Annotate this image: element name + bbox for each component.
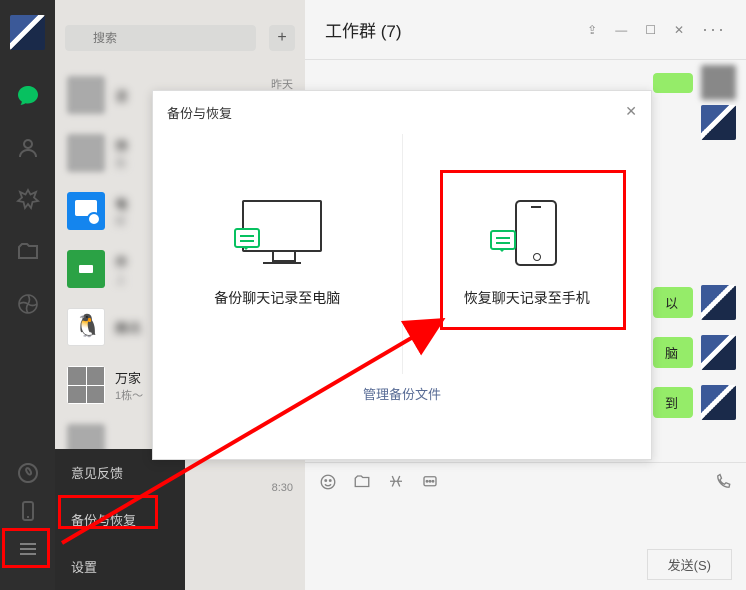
msg-avatar <box>701 65 736 100</box>
msg-avatar <box>701 285 736 320</box>
miniprogram-icon[interactable] <box>16 461 40 485</box>
msg-avatar <box>701 385 736 420</box>
context-menu: 意见反馈 备份与恢复 设置 <box>55 449 185 590</box>
folder-icon[interactable] <box>353 473 371 491</box>
history-icon[interactable] <box>421 473 439 491</box>
files-icon[interactable] <box>16 240 40 264</box>
chat-avatar <box>67 366 105 404</box>
minimize-icon[interactable]: — <box>615 23 627 37</box>
chat-icon[interactable] <box>16 84 40 108</box>
manage-backup-link[interactable]: 管理备份文件 <box>363 387 441 402</box>
menu-backup-restore[interactable]: 备份与恢复 <box>55 496 185 543</box>
restore-option-label: 恢复聊天记录至手机 <box>464 288 590 308</box>
chat-bubble-icon <box>490 230 516 250</box>
dialog-title: 备份与恢复 <box>167 103 232 122</box>
send-button[interactable]: 发送(S) <box>647 549 732 580</box>
window-controls: ⇪ — ☐ ✕ ··· <box>587 19 726 40</box>
pin-icon[interactable]: ⇪ <box>587 23 597 37</box>
input-area: 发送(S) <box>305 462 746 590</box>
phone-icon <box>515 200 557 266</box>
chat-avatar <box>67 76 105 114</box>
msg-avatar <box>701 105 736 140</box>
maximize-icon[interactable]: ☐ <box>645 23 656 37</box>
moments-icon[interactable] <box>16 292 40 316</box>
contacts-icon[interactable] <box>16 136 40 160</box>
emoji-icon[interactable] <box>319 473 337 491</box>
chat-avatar <box>67 192 105 230</box>
msg-bubble: 脑 <box>653 337 693 368</box>
phone-icon[interactable] <box>16 499 40 523</box>
user-avatar[interactable] <box>10 15 45 50</box>
menu-icon[interactable] <box>16 537 40 561</box>
menu-settings[interactable]: 设置 <box>55 543 185 590</box>
search-input[interactable] <box>65 25 256 51</box>
backup-to-pc-option[interactable]: 备份聊天记录至电脑 <box>153 134 402 374</box>
dialog-close-icon[interactable]: ✕ <box>625 103 637 122</box>
backup-dialog: 备份与恢复 ✕ 备份聊天记录至电脑 恢复聊天记录至手机 管理备份文件 <box>152 90 652 460</box>
nav-sidebar <box>0 0 55 590</box>
msg-bubble <box>653 73 693 93</box>
chat-avatar <box>67 134 105 172</box>
msg-bubble: 到 <box>653 387 693 418</box>
chat-avatar <box>67 250 105 288</box>
chat-time: 8:30 <box>272 482 293 494</box>
msg-avatar <box>701 335 736 370</box>
backup-option-label: 备份聊天记录至电脑 <box>214 288 340 308</box>
chat-bubble-icon <box>234 228 260 248</box>
chat-avatar <box>67 308 105 346</box>
call-icon[interactable] <box>714 473 732 491</box>
favorites-icon[interactable] <box>16 188 40 212</box>
msg-bubble: 以 <box>653 287 693 318</box>
screenshot-icon[interactable] <box>387 473 405 491</box>
more-icon[interactable]: ··· <box>702 19 726 40</box>
close-icon[interactable]: ✕ <box>674 23 684 37</box>
chat-title: 工作群 (7) <box>325 17 402 42</box>
restore-to-phone-option[interactable]: 恢复聊天记录至手机 <box>403 134 652 374</box>
add-button[interactable]: + <box>269 25 295 51</box>
